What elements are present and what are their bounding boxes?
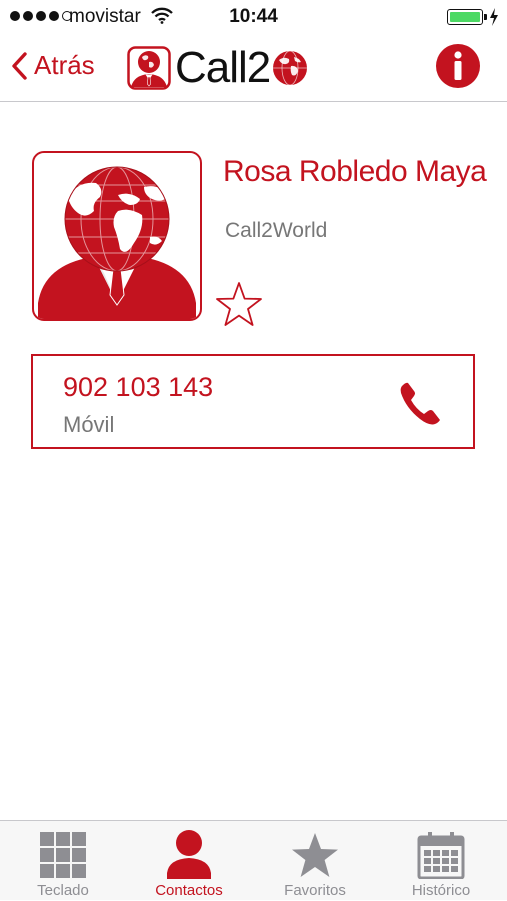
app-logo: Call2 xyxy=(127,46,310,90)
phone-entry[interactable]: 902 103 143 Móvil xyxy=(31,354,475,449)
chevron-left-icon xyxy=(12,51,27,80)
favorite-star-button[interactable] xyxy=(214,280,264,328)
keypad-icon xyxy=(40,832,86,878)
battery-icon xyxy=(447,9,487,25)
tab-bar: Teclado Contactos Favoritos Histórico xyxy=(0,820,507,900)
tab-label: Favoritos xyxy=(284,882,346,899)
tab-favoritos[interactable]: Favoritos xyxy=(252,821,378,901)
call-button[interactable] xyxy=(396,378,444,428)
tab-label: Teclado xyxy=(37,882,89,899)
charging-bolt-icon xyxy=(490,8,498,26)
status-bar: movistar 10:44 xyxy=(0,0,507,34)
info-icon[interactable] xyxy=(434,42,482,90)
phone-type-label: Móvil xyxy=(63,412,115,437)
tab-label: Histórico xyxy=(411,882,471,899)
tab-historico[interactable]: Histórico xyxy=(378,821,504,901)
default-avatar-icon xyxy=(38,166,196,319)
tab-label: Contactos xyxy=(155,882,223,899)
globe-logo-icon xyxy=(273,50,308,86)
tab-contactos[interactable]: Contactos xyxy=(126,821,252,901)
star-icon xyxy=(292,833,338,877)
back-button-label: Atrás xyxy=(34,50,95,80)
back-button[interactable]: Atrás xyxy=(10,50,95,81)
tab-teclado[interactable]: Teclado xyxy=(0,821,126,901)
app-logo-icon xyxy=(127,46,171,90)
navigation-bar: Atrás Call2 xyxy=(0,34,507,102)
contact-avatar xyxy=(32,151,202,321)
contact-company: Call2World xyxy=(225,219,328,242)
app-logo-text: Call2 xyxy=(175,43,271,92)
calendar-icon xyxy=(417,832,465,879)
contact-icon xyxy=(167,830,211,879)
phone-number: 902 103 143 xyxy=(63,372,214,402)
status-time: 10:44 xyxy=(229,6,278,27)
contact-name: Rosa Robledo Maya xyxy=(223,155,487,188)
battery-fill xyxy=(450,12,480,22)
